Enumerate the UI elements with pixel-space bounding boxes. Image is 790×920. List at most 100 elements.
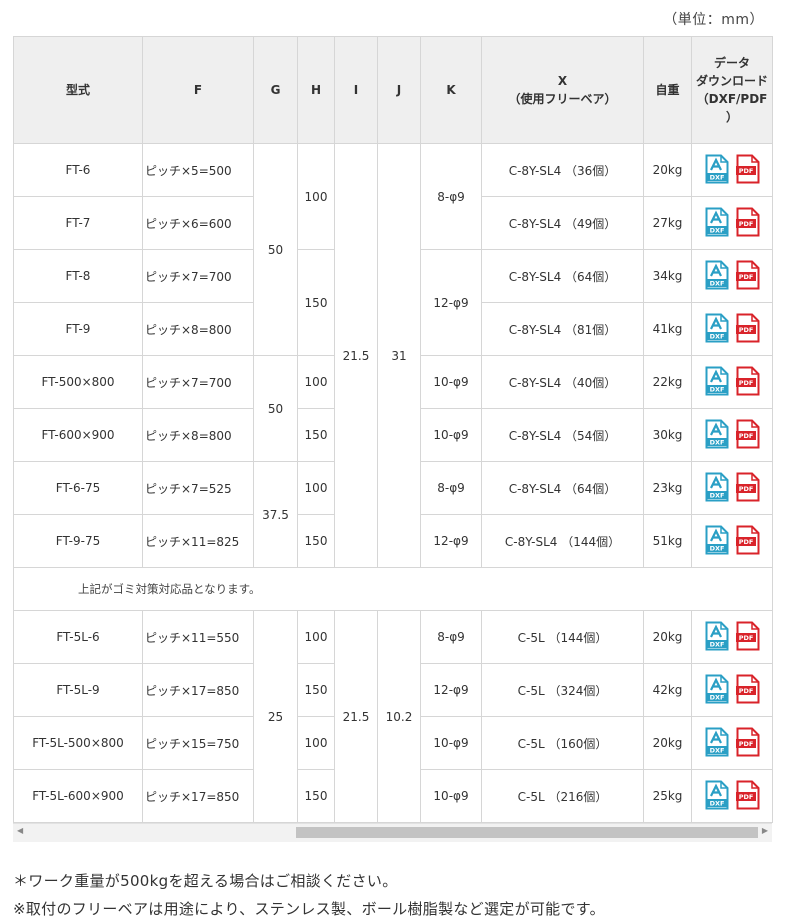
svg-text:PDF: PDF — [738, 220, 753, 228]
svg-text:DXF: DXF — [709, 640, 724, 648]
cell-h: 150 — [297, 663, 335, 717]
cell-download: DXF PDF — [691, 143, 773, 197]
header-h: H — [297, 36, 335, 144]
cell-k: 8-φ9 — [420, 610, 482, 664]
cell-h: 150 — [297, 408, 335, 462]
svg-text:PDF: PDF — [738, 379, 753, 387]
cell-model: FT-5L-9 — [13, 663, 143, 717]
header-k: K — [420, 36, 482, 144]
dxf-file-icon[interactable]: DXF — [705, 207, 729, 240]
cell-model: FT-5L-500×800 — [13, 716, 143, 770]
cell-download: DXF PDF — [691, 461, 773, 515]
cell-g: 37.5 — [253, 461, 298, 568]
pdf-file-icon[interactable]: PDF — [735, 621, 760, 654]
cell-k: 8-φ9 — [420, 461, 482, 515]
cell-weight: 51kg — [643, 514, 692, 568]
cell-download: DXF PDF — [691, 769, 773, 823]
header-j: J — [377, 36, 421, 144]
cell-weight: 23kg — [643, 461, 692, 515]
pdf-file-icon[interactable]: PDF — [735, 154, 760, 187]
svg-text:PDF: PDF — [738, 432, 753, 440]
header-download-line2: ダウンロード — [695, 74, 768, 88]
cell-f: ピッチ×8=800 — [142, 302, 254, 356]
pdf-file-icon[interactable]: PDF — [735, 472, 760, 505]
dxf-file-icon[interactable]: DXF — [705, 674, 729, 707]
cell-g: 50 — [253, 143, 298, 356]
svg-text:DXF: DXF — [709, 544, 724, 552]
cell-download: DXF PDF — [691, 355, 773, 409]
scroll-left-icon[interactable]: ◀ — [17, 826, 23, 835]
svg-text:PDF: PDF — [738, 485, 753, 493]
cell-f: ピッチ×11=550 — [142, 610, 254, 664]
cell-x: C-8Y-SL4 （49個） — [481, 196, 644, 250]
dxf-file-icon[interactable]: DXF — [705, 366, 729, 399]
dxf-file-icon[interactable]: DXF — [705, 525, 729, 558]
dxf-file-icon[interactable]: DXF — [705, 621, 729, 654]
cell-weight: 20kg — [643, 143, 692, 197]
cell-k: 12-φ9 — [420, 514, 482, 568]
svg-text:DXF: DXF — [709, 226, 724, 234]
cell-x: C-8Y-SL4 （40個） — [481, 355, 644, 409]
svg-text:PDF: PDF — [738, 326, 753, 334]
dxf-file-icon[interactable]: DXF — [705, 154, 729, 187]
cell-f: ピッチ×8=800 — [142, 408, 254, 462]
pdf-file-icon[interactable]: PDF — [735, 674, 760, 707]
section-note: 上記がゴミ対策対応品となります。 — [13, 567, 773, 611]
header-model: 型式 — [13, 36, 143, 144]
cell-f: ピッチ×15=750 — [142, 716, 254, 770]
svg-text:DXF: DXF — [709, 279, 724, 287]
header-x: X （使用フリーベア） — [481, 36, 644, 144]
pdf-file-icon[interactable]: PDF — [735, 366, 760, 399]
cell-x: C-5L （144個） — [481, 610, 644, 664]
pdf-file-icon[interactable]: PDF — [735, 525, 760, 558]
cell-h: 100 — [297, 355, 335, 409]
dxf-file-icon[interactable]: DXF — [705, 313, 729, 346]
cell-x: C-5L （324個） — [481, 663, 644, 717]
dxf-file-icon[interactable]: DXF — [705, 419, 729, 452]
cell-k: 10-φ9 — [420, 355, 482, 409]
cell-weight: 22kg — [643, 355, 692, 409]
svg-text:DXF: DXF — [709, 385, 724, 393]
cell-k: 12-φ9 — [420, 249, 482, 356]
pdf-file-icon[interactable]: PDF — [735, 207, 760, 240]
cell-k: 10-φ9 — [420, 408, 482, 462]
cell-download: DXF PDF — [691, 663, 773, 717]
pdf-file-icon[interactable]: PDF — [735, 419, 760, 452]
pdf-file-icon[interactable]: PDF — [735, 260, 760, 293]
dxf-file-icon[interactable]: DXF — [705, 472, 729, 505]
cell-weight: 20kg — [643, 716, 692, 770]
table-header-row: 型式 F G H I J K X （使用フリーベア） 自重 データ ダウンロード （D… — [13, 36, 773, 144]
cell-model: FT-9 — [13, 302, 143, 356]
footnote: ＊ワーク重量が500kgを超える場合はご相談ください。 — [13, 872, 398, 890]
cell-x: C-8Y-SL4 （64個） — [481, 461, 644, 515]
pdf-file-icon[interactable]: PDF — [735, 780, 760, 813]
table-row: FT-6 ピッチ×5=500 50 100 21.5 31 8-φ9 C-8Y-… — [13, 143, 773, 568]
cell-g: 50 — [253, 355, 298, 462]
cell-x: C-5L （160個） — [481, 716, 644, 770]
cell-download: DXF PDF — [691, 408, 773, 462]
cell-model: FT-5L-600×900 — [13, 769, 143, 823]
table-row: FT-5L-6 ピッチ×11=550 25 100 21.5 10.2 8-φ9… — [13, 610, 773, 823]
scrollbar-thumb[interactable] — [296, 827, 758, 838]
cell-download: DXF PDF — [691, 610, 773, 664]
cell-weight: 42kg — [643, 663, 692, 717]
scroll-right-icon[interactable]: ▶ — [762, 826, 768, 835]
dxf-file-icon[interactable]: DXF — [705, 727, 729, 760]
cell-f: ピッチ×7=700 — [142, 249, 254, 303]
cell-h: 100 — [297, 716, 335, 770]
svg-text:PDF: PDF — [738, 740, 753, 748]
dxf-file-icon[interactable]: DXF — [705, 780, 729, 813]
cell-model: FT-9-75 — [13, 514, 143, 568]
header-x-line1: X — [557, 74, 568, 88]
header-download-line3: （DXF/PDF — [696, 92, 768, 106]
cell-f: ピッチ×17=850 — [142, 769, 254, 823]
svg-text:PDF: PDF — [738, 538, 753, 546]
svg-text:PDF: PDF — [738, 687, 753, 695]
horizontal-scrollbar[interactable]: ◀ ▶ — [13, 823, 772, 842]
dxf-file-icon[interactable]: DXF — [705, 260, 729, 293]
pdf-file-icon[interactable]: PDF — [735, 313, 760, 346]
svg-text:DXF: DXF — [709, 693, 724, 701]
cell-weight: 34kg — [643, 249, 692, 303]
pdf-file-icon[interactable]: PDF — [735, 727, 760, 760]
svg-text:DXF: DXF — [709, 799, 724, 807]
